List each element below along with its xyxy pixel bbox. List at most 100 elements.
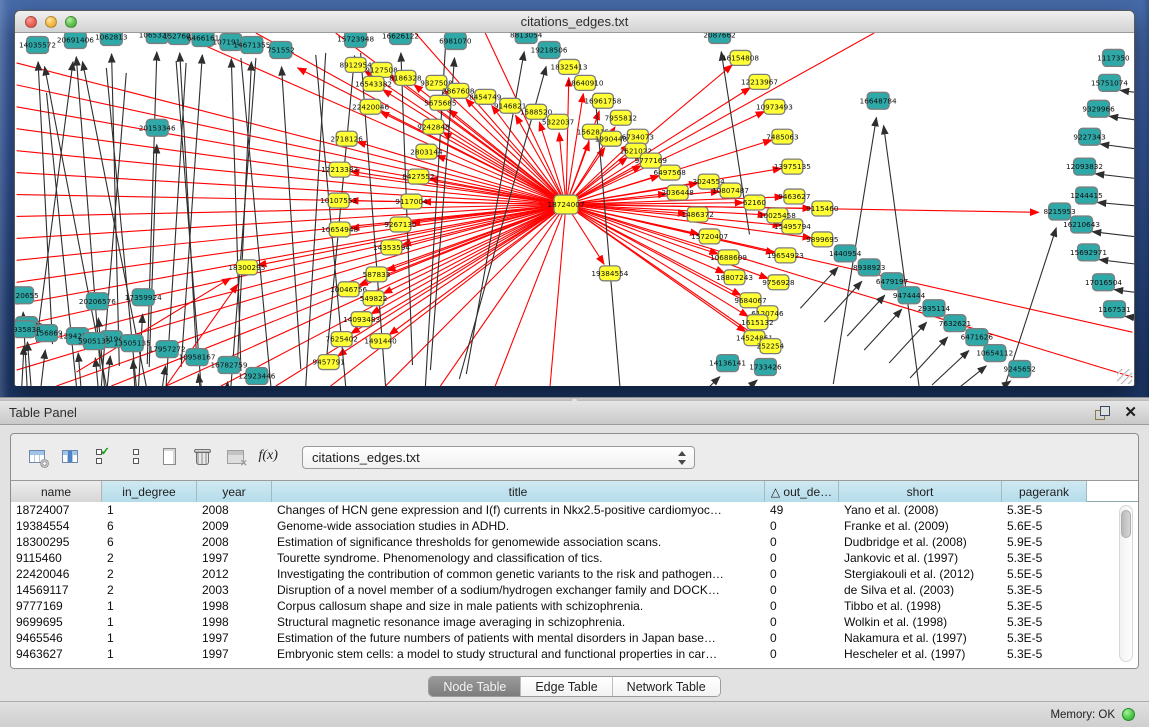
citation-edge[interactable]	[282, 67, 301, 369]
graph-node-yellow[interactable]: 16543382	[355, 76, 392, 91]
citation-edge[interactable]	[27, 342, 32, 386]
graph-node-teal[interactable]: 2087662	[703, 33, 735, 43]
graph-node-yellow[interactable]: 5675685	[424, 95, 456, 110]
float-panel-icon[interactable]	[1095, 406, 1110, 420]
citation-edge[interactable]	[38, 62, 52, 344]
citation-edge[interactable]	[1100, 144, 1134, 152]
column-header-name[interactable]: name	[11, 481, 102, 502]
graph-node-teal[interactable]: 12093832	[1066, 158, 1103, 175]
citation-edge[interactable]	[847, 295, 884, 336]
graph-node-teal[interactable]: 1244415	[1070, 187, 1102, 204]
graph-node-teal[interactable]: 8938923	[853, 259, 886, 276]
memory-indicator-icon[interactable]	[1122, 708, 1135, 721]
graph-node-teal[interactable]: 19218506	[531, 41, 568, 58]
rows-button[interactable]	[123, 443, 150, 471]
graph-node-teal[interactable]: 10654112	[976, 345, 1013, 362]
citation-edge[interactable]	[1125, 316, 1134, 322]
table-row[interactable]: 946554611997Estimation of the future num…	[11, 630, 1138, 646]
citation-edge[interactable]	[932, 351, 969, 385]
new-column-button[interactable]	[156, 443, 183, 471]
citation-edge[interactable]	[800, 267, 837, 308]
citation-edge[interactable]	[688, 377, 720, 386]
citation-edge-red[interactable]	[566, 78, 569, 205]
graph-node-yellow[interactable]: 7485063	[766, 129, 799, 144]
graph-node-yellow[interactable]: 9117004	[395, 194, 428, 209]
citation-edge-red[interactable]	[566, 205, 768, 279]
graph-node-teal[interactable]: 9474444	[893, 287, 926, 304]
citation-edge[interactable]	[231, 58, 256, 386]
graph-node-teal[interactable]: 15751074	[1091, 74, 1128, 91]
tab-edge-table[interactable]: Edge Table	[521, 677, 612, 696]
citation-edge[interactable]	[1097, 202, 1134, 207]
citation-network-graph[interactable]: 1830029519384554914682115885205322037183…	[15, 33, 1134, 386]
citation-edge[interactable]	[1120, 90, 1134, 97]
graph-node-teal[interactable]: 9329966	[1082, 100, 1115, 117]
citation-edge[interactable]	[824, 281, 861, 322]
table-vertical-scrollbar[interactable]	[1119, 505, 1133, 662]
citation-edge-red[interactable]	[440, 205, 566, 386]
citation-edge[interactable]	[159, 366, 165, 386]
graph-node-teal[interactable]: 15723948	[337, 33, 374, 47]
graph-node-yellow[interactable]: 16961758	[584, 93, 621, 108]
graph-node-yellow[interactable]: 18640910	[566, 75, 603, 90]
graph-node-yellow[interactable]: 5322037	[542, 114, 574, 129]
table-row[interactable]: 1872400712008Changes of HCN gene express…	[11, 502, 1138, 518]
graph-node-teal[interactable]: 20691406	[57, 33, 94, 48]
citation-edge[interactable]	[1095, 174, 1134, 181]
scrollbar-thumb[interactable]	[1121, 510, 1131, 538]
table-row[interactable]: 1830029562008Estimation of significance …	[11, 534, 1138, 550]
select-columns-button[interactable]: ✓✓	[90, 443, 117, 471]
window-resize-grip[interactable]	[1117, 369, 1132, 384]
graph-node-teal[interactable]: 14136141	[709, 355, 746, 372]
graph-node-teal[interactable]: 5905135	[78, 333, 110, 350]
table-mode-button[interactable]	[24, 443, 51, 471]
graph-node-yellow[interactable]: 7625402	[325, 332, 357, 347]
graph-node-yellow[interactable]: 9756928	[762, 275, 795, 290]
graph-node-yellow[interactable]: 6497568	[654, 165, 687, 180]
graph-node-yellow[interactable]: 15720407	[691, 229, 728, 244]
citation-edge[interactable]	[241, 58, 271, 386]
graph-node-yellow[interactable]: 8427552	[402, 169, 434, 184]
citation-edge-red[interactable]	[566, 205, 1132, 378]
citation-edge[interactable]	[1099, 260, 1134, 267]
column-header-year[interactable]: year	[197, 481, 272, 502]
graph-node-yellow[interactable]: 2803144	[410, 144, 443, 159]
table-row[interactable]: 946362711997Embryonic stem cells: a mode…	[11, 646, 1138, 662]
graph-node-teal[interactable]: 6471626	[961, 329, 994, 346]
graph-node-yellow[interactable]: 62160	[743, 195, 766, 210]
delete-table-button[interactable]: ✕	[222, 443, 249, 471]
citation-edge[interactable]	[950, 366, 986, 386]
graph-node-yellow[interactable]: 8186328	[389, 70, 422, 85]
table-row[interactable]: 1456911722003Disruption of a novel membe…	[11, 582, 1138, 598]
graph-node-teal[interactable]: 1167531	[1098, 301, 1130, 318]
graph-node-yellow[interactable]: 19654923	[767, 248, 804, 263]
tab-node-table[interactable]: Node Table	[429, 677, 521, 696]
citation-edge[interactable]	[1109, 116, 1134, 123]
graph-node-teal[interactable]: 1062813	[95, 33, 128, 45]
citation-edge[interactable]	[181, 55, 202, 367]
table-row[interactable]: 911546021997Tourette syndrome. Phenomeno…	[11, 550, 1138, 566]
network-canvas[interactable]: 1830029519384554914682115885205322037183…	[15, 33, 1134, 386]
citation-edge[interactable]	[1092, 232, 1134, 239]
close-panel-icon[interactable]: ✕	[1124, 406, 1137, 420]
graph-node-teal[interactable]: 6981070	[439, 33, 472, 49]
table-select-dropdown[interactable]: citations_edges.txt	[302, 446, 695, 469]
graph-node-yellow[interactable]: 18807243	[716, 270, 753, 285]
column-header-in_degree[interactable]: in_degree	[102, 481, 197, 502]
graph-node-yellow[interactable]: 9899695	[806, 232, 838, 247]
graph-node-teal[interactable]: 16626122	[382, 33, 419, 44]
graph-node-yellow[interactable]: 1615132	[741, 315, 773, 330]
graph-node-teal[interactable]: 15692971	[1070, 244, 1107, 261]
graph-node-yellow[interactable]: 252254	[757, 339, 785, 354]
column-header-pagerank[interactable]: pagerank	[1002, 481, 1087, 502]
graph-node-teal[interactable]: 17016504	[1085, 274, 1122, 291]
graph-node-teal[interactable]: 9245652	[1004, 361, 1036, 378]
citation-edge[interactable]	[1114, 290, 1134, 297]
graph-node-teal[interactable]: 16648784	[860, 92, 897, 109]
citation-edge[interactable]	[864, 309, 901, 350]
column-header-out_de[interactable]: △ out_de…	[765, 481, 839, 502]
graph-node-yellow[interactable]: 2036448	[662, 185, 695, 200]
graph-node-teal[interactable]: 8813054	[510, 33, 543, 43]
graph-node-yellow[interactable]: 10688609	[710, 250, 747, 265]
graph-node-teal[interactable]: 2935114	[918, 300, 951, 317]
